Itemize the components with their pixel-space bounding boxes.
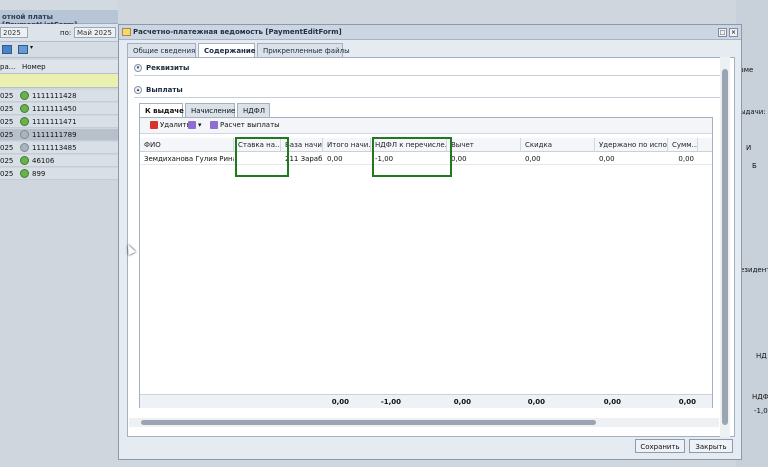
cell-deduction: 0,00: [451, 155, 467, 163]
column-header-total-accrued[interactable]: Итого начи...: [323, 138, 371, 152]
tab-ndfl[interactable]: НДФЛ: [237, 103, 270, 117]
tab-accrual[interactable]: Начисление: [185, 103, 235, 117]
total-withheld: 0,00: [603, 398, 621, 406]
period-to-label: по:: [60, 29, 72, 37]
divider: [134, 75, 720, 76]
status-pending-icon: [20, 143, 29, 152]
maximize-icon[interactable]: □: [718, 28, 727, 37]
grid-totals-row: 0,00 -1,00 0,00 0,00 0,00 0,00: [140, 394, 712, 408]
cell-sum: 0,00: [678, 155, 694, 163]
column-header-number[interactable]: Номер: [22, 63, 46, 71]
background-grid-header: ра... Номер: [0, 60, 118, 74]
close-button[interactable]: Закрыть: [689, 439, 733, 453]
background-toolbar: ▾: [0, 42, 118, 58]
actions-menu-button[interactable]: ▾: [188, 121, 202, 132]
cell-withheld: 0,00: [599, 155, 615, 163]
tab-to-issue[interactable]: К выдаче: [139, 103, 184, 117]
period-to-field[interactable]: Май 2025: [74, 27, 116, 38]
cell-total-accrued: 0,00: [327, 155, 343, 163]
period-from-field[interactable]: 2025: [0, 27, 28, 38]
status-ok-icon: [20, 91, 29, 100]
window-title-bar[interactable]: Расчетно-платежная ведомость [PaymentEdi…: [119, 25, 741, 40]
background-window-title: отной платы [PaymentListForm]: [0, 10, 118, 29]
chevron-down-icon[interactable]: ▾: [134, 64, 142, 72]
chevron-down-icon[interactable]: ▾: [30, 44, 33, 51]
document-icon: [122, 28, 131, 36]
close-icon[interactable]: ×: [729, 28, 738, 37]
cell-fio: Земдиханова Гулия Рина...: [144, 155, 234, 163]
background-right-text: НДФ: [752, 393, 768, 401]
table-row[interactable]: 025 1111113485: [0, 142, 118, 154]
scrollbar-thumb[interactable]: [722, 69, 728, 425]
calc-payment-button[interactable]: Расчет выплаты: [210, 121, 280, 132]
background-right-text: езидента: [740, 266, 768, 274]
gear-icon: [188, 121, 196, 129]
tab-attached-files[interactable]: Прикрепленные файлы: [257, 43, 350, 57]
background-right-text: Б: [752, 162, 757, 170]
status-ok-icon: [20, 169, 29, 178]
background-top-strip: [0, 0, 118, 10]
total-discount: 0,00: [527, 398, 545, 406]
background-right-text: НД: [756, 352, 767, 360]
background-filter-row: [0, 74, 118, 88]
divider: [134, 97, 720, 98]
table-row[interactable]: 025 899: [0, 168, 118, 180]
highlight-box-rate: [235, 137, 289, 177]
background-right-text: И: [746, 144, 752, 152]
status-ok-icon: [20, 156, 29, 165]
total-sum: 0,00: [678, 398, 696, 406]
column-header-date[interactable]: ра...: [0, 63, 15, 71]
chevron-up-icon[interactable]: ▴: [134, 86, 142, 94]
table-row[interactable]: 025 1111111789: [0, 129, 118, 141]
background-right-text: -1,00: [754, 407, 768, 415]
tab-general[interactable]: Общие сведения: [127, 43, 196, 57]
save-button[interactable]: Сохранить: [635, 439, 685, 453]
column-header-sum[interactable]: Сумм...: [668, 138, 698, 152]
cell-discount: 0,00: [525, 155, 541, 163]
payment-edit-window: Расчетно-платежная ведомость [PaymentEdi…: [118, 24, 742, 460]
background-filter-bar: 2025 по: Май 2025: [0, 24, 118, 42]
status-ok-icon: [20, 117, 29, 126]
horizontal-scrollbar[interactable]: [129, 418, 719, 427]
total-deduction: 0,00: [453, 398, 471, 406]
delete-button[interactable]: Удалить: [150, 121, 191, 132]
vertical-scrollbar[interactable]: [720, 57, 730, 437]
column-header-discount[interactable]: Скидка: [521, 138, 595, 152]
scrollbar-thumb[interactable]: [141, 420, 596, 425]
delete-icon: [150, 121, 158, 129]
status-ok-icon: [20, 104, 29, 113]
table-row[interactable]: 025 1111111428: [0, 90, 118, 102]
tab-content[interactable]: Содержание: [198, 43, 256, 58]
column-header-fio[interactable]: ФИО: [140, 138, 234, 152]
total-ndfl-transfer: -1,00: [380, 398, 401, 406]
table-row[interactable]: 025 1111111471: [0, 116, 118, 128]
total-accrued: 0,00: [331, 398, 349, 406]
grid-toolbar: Удалить ▾ Расчет выплаты: [140, 118, 712, 134]
column-header-withheld[interactable]: Удержано по испол...: [595, 138, 668, 152]
status-pending-icon: [20, 130, 29, 139]
highlight-box-ndfl: [372, 137, 452, 177]
table-row[interactable]: 025 46106: [0, 155, 118, 167]
add-icon[interactable]: [2, 45, 12, 54]
table-row[interactable]: 025 1111111450: [0, 103, 118, 115]
copy-icon[interactable]: [18, 45, 28, 54]
calculator-icon: [210, 121, 218, 129]
window-title: Расчетно-платежная ведомость [PaymentEdi…: [133, 28, 342, 36]
background-right-text: ыдачи:: [740, 108, 766, 116]
column-header-deduction[interactable]: Вычет: [447, 138, 521, 152]
